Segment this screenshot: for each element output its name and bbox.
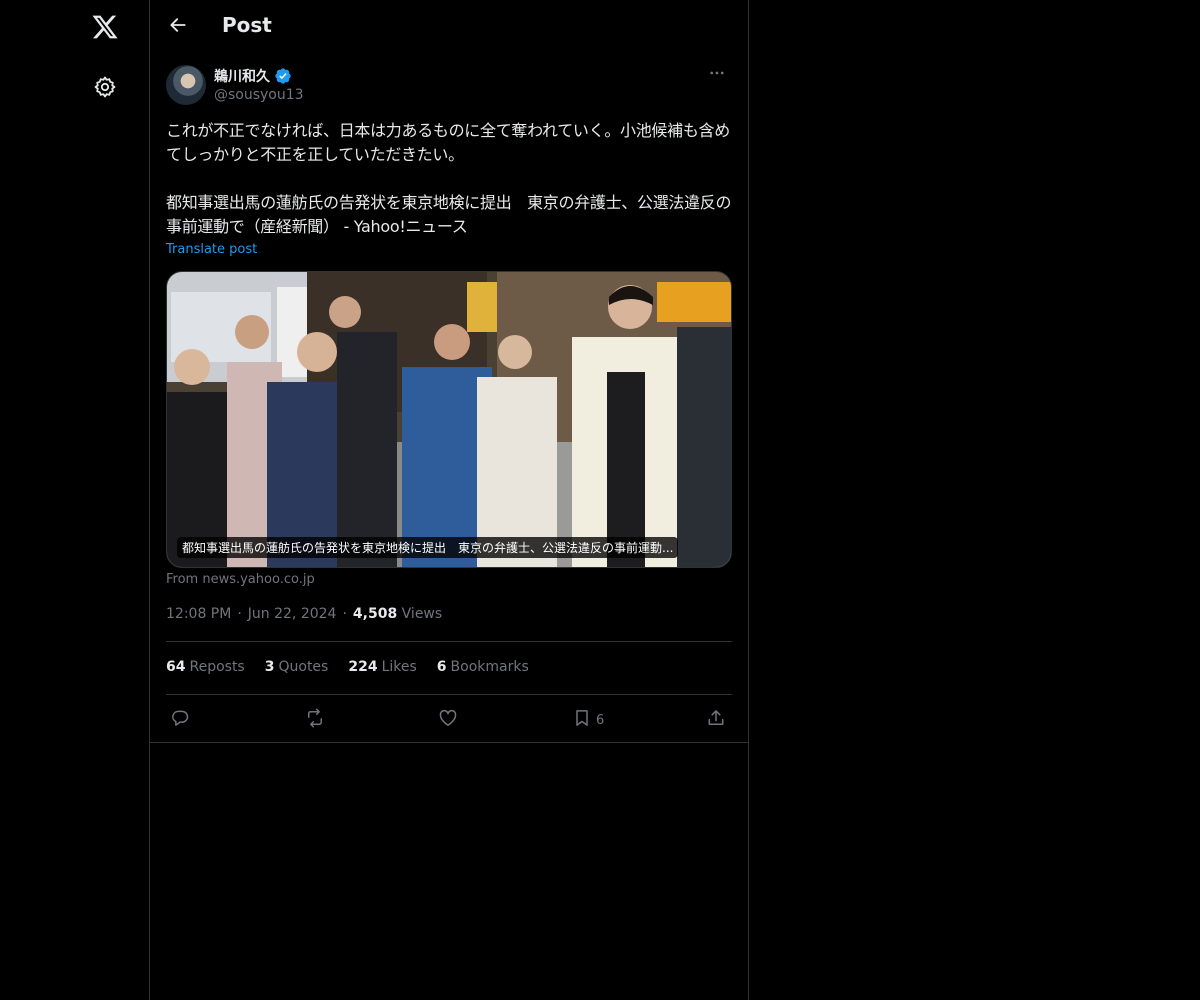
card-caption: 都知事選出馬の蓮舫氏の告発状を東京地検に提出 東京の弁護士、公選法違反の事前運動… <box>177 537 679 558</box>
post-time[interactable]: 12:08 PM <box>166 606 231 622</box>
views: 4,508 Views <box>353 606 442 622</box>
main-column: Post 鵜川和久 @sousyou13 これが不正でなければ、日本は力あるもの… <box>149 0 749 1000</box>
likes-label: Likes <box>381 659 417 675</box>
page-title: Post <box>222 13 272 37</box>
author-name[interactable]: 鵜川和久 <box>214 66 292 86</box>
author-display-name: 鵜川和久 <box>214 69 270 85</box>
more-horizontal-icon <box>708 64 726 86</box>
likes-count: 224 <box>348 659 378 675</box>
bookmark-count: 6 <box>596 712 605 728</box>
views-count: 4,508 <box>352 606 398 622</box>
bookmarks-stat[interactable]: 6 Bookmarks <box>437 659 529 675</box>
reply-icon <box>170 708 190 732</box>
bookmark-button[interactable]: 6 <box>572 706 604 734</box>
post-bottom-border <box>150 742 748 743</box>
x-logo-icon[interactable] <box>83 5 127 49</box>
post-author: 鵜川和久 @sousyou13 <box>166 65 732 107</box>
link-card[interactable]: 都知事選出馬の蓮舫氏の告発状を東京地検に提出 東京の弁護士、公選法違反の事前運動… <box>166 271 732 568</box>
top-bar: Post <box>150 0 748 53</box>
reply-button[interactable] <box>170 706 190 734</box>
like-button[interactable] <box>438 706 458 734</box>
heart-icon <box>438 708 458 732</box>
bookmarks-label: Bookmarks <box>450 659 529 675</box>
avatar[interactable] <box>166 65 206 105</box>
gear-icon[interactable] <box>83 65 127 109</box>
reposts-count: 64 <box>166 659 186 675</box>
arrow-left-icon <box>168 15 188 39</box>
repost-icon <box>304 708 326 732</box>
divider <box>166 641 732 642</box>
post-text: これが不正でなければ、日本は力あるものに全て奪われていく。小池候補も含めてしっか… <box>166 121 732 236</box>
post-date[interactable]: Jun 22, 2024 <box>248 606 337 622</box>
verified-badge-icon <box>274 67 292 85</box>
repost-button[interactable] <box>304 706 326 734</box>
reposts-label: Reposts <box>189 659 245 675</box>
action-bar: 6 <box>166 706 732 734</box>
card-image <box>167 272 731 567</box>
bookmark-icon <box>572 708 592 732</box>
likes-stat[interactable]: 224 Likes <box>348 659 416 675</box>
reposts-stat[interactable]: 64 Reposts <box>166 659 245 675</box>
bookmarks-count: 6 <box>436 659 447 675</box>
quotes-stat[interactable]: 3 Quotes <box>265 659 329 675</box>
quotes-count: 3 <box>264 659 275 675</box>
separator-dot: · <box>237 606 242 622</box>
author-handle[interactable]: @sousyou13 <box>214 87 304 103</box>
separator-dot: · <box>342 606 347 622</box>
translate-post-link[interactable]: Translate post <box>166 242 257 257</box>
share-button[interactable] <box>706 706 726 734</box>
more-options-button[interactable] <box>702 65 732 85</box>
views-label: Views <box>401 606 443 622</box>
card-source-link[interactable]: From news.yahoo.co.jp <box>166 572 315 587</box>
share-icon <box>706 708 726 732</box>
post-stats: 64 Reposts 3 Quotes 224 Likes 6 Bookmarks <box>166 659 529 675</box>
divider <box>166 694 732 695</box>
left-nav <box>0 0 150 1000</box>
post-meta: 12:08 PM · Jun 22, 2024 · 4,508 Views <box>166 606 442 622</box>
quotes-label: Quotes <box>278 659 329 675</box>
back-button[interactable] <box>161 10 195 44</box>
